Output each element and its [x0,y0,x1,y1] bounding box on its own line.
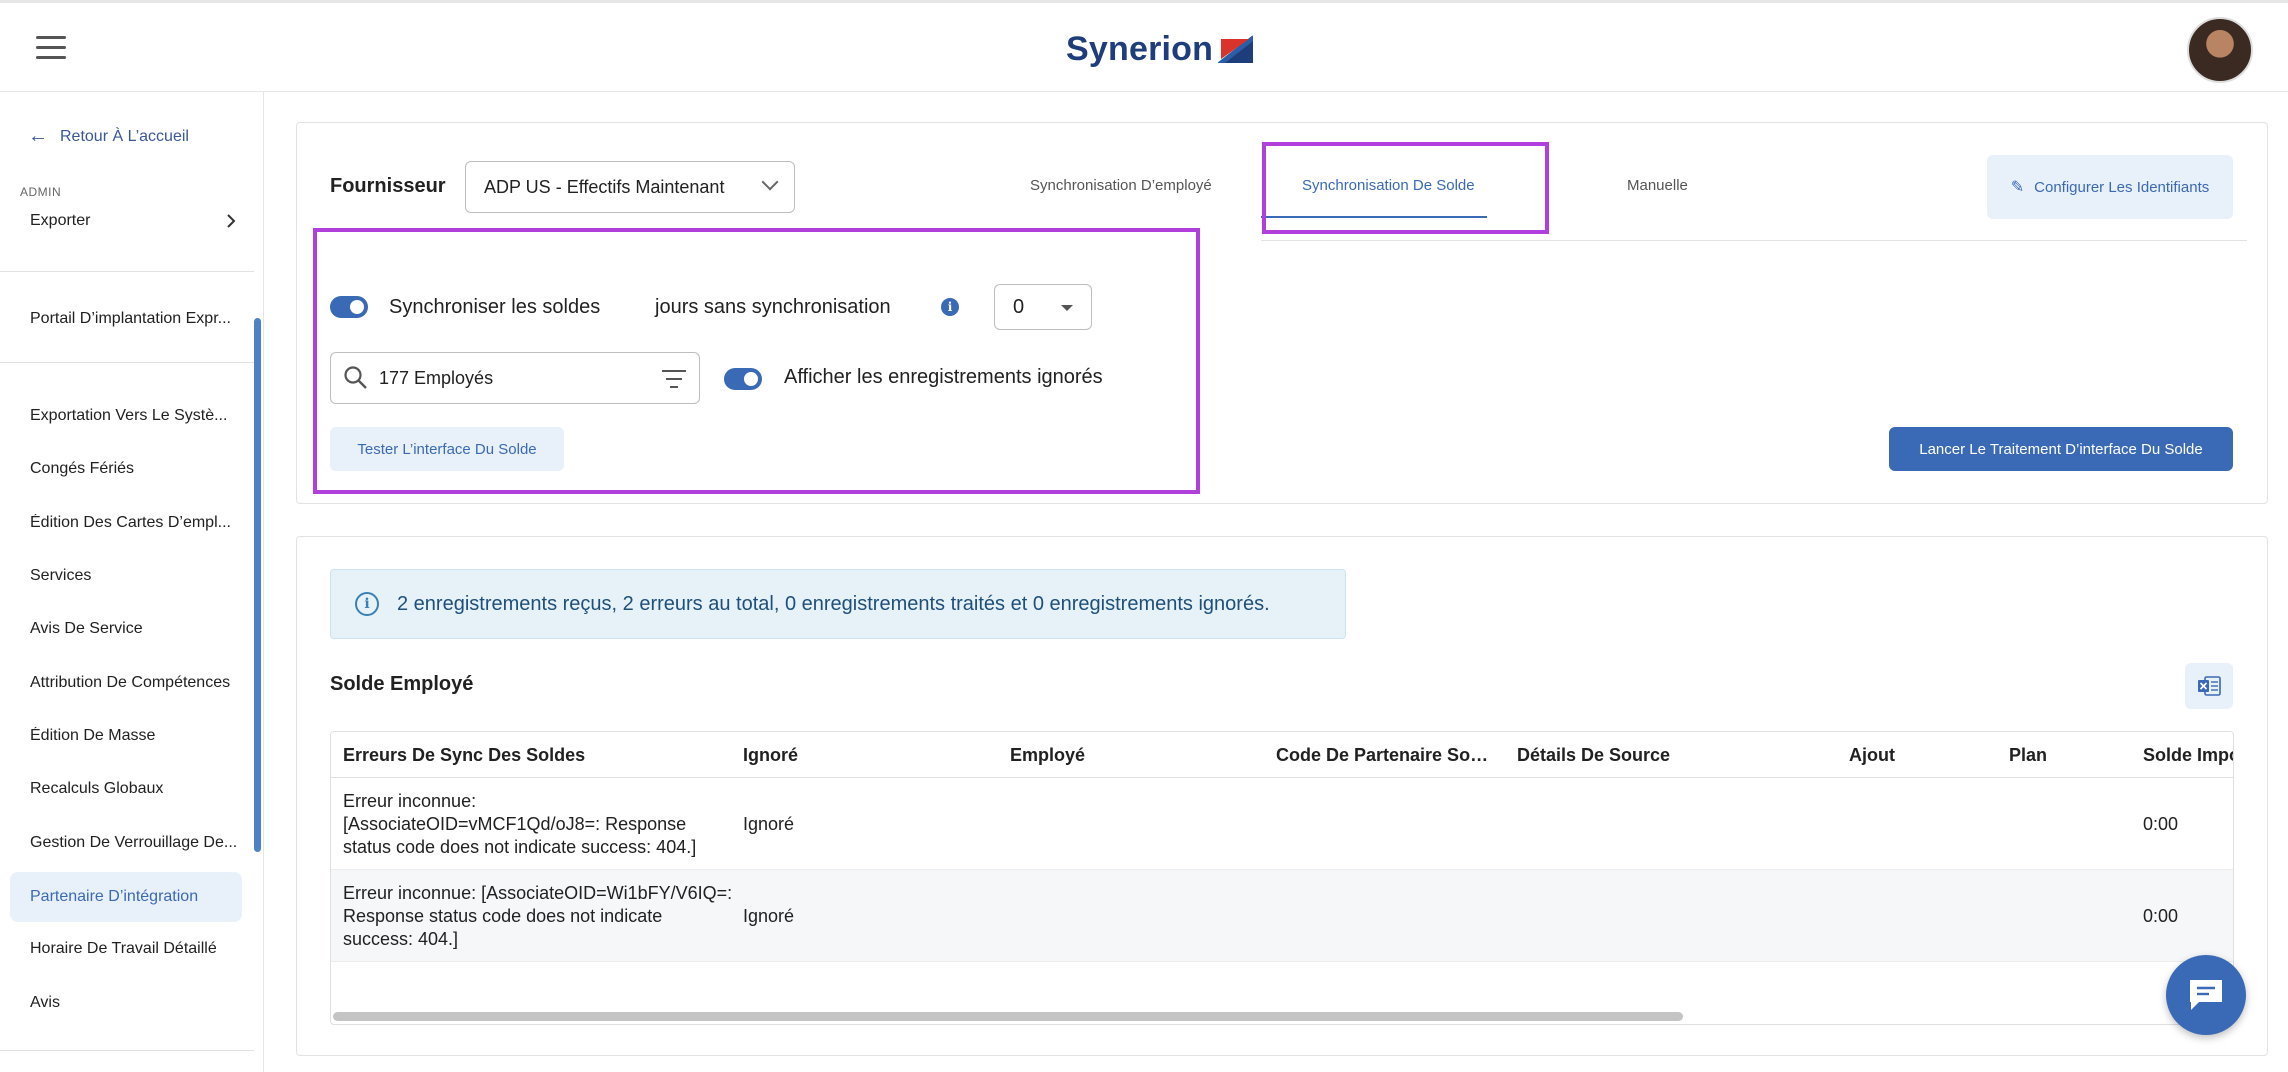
sidebar-item-portal[interactable]: Portail D’implantation Expr... [30,310,240,328]
sidebar-item-service-notice[interactable]: Avis De Service [30,620,240,638]
excel-icon [2198,676,2221,696]
logo-text: Synerion [1066,29,1214,68]
chat-icon [2190,980,2222,1010]
column-header-plan[interactable]: Plan [2009,745,2109,766]
table-title: Solde Employé [330,673,474,695]
provider-label: Fournisseur [330,175,446,197]
app-header: Synerion [0,0,2288,92]
sidebar-item-holidays[interactable]: Congés Fériés [30,460,240,478]
summary-alert-text: 2 enregistrements reçus, 2 erreurs au to… [397,592,1270,615]
sidebar-divider [0,1050,254,1051]
chevron-down-icon [761,173,779,191]
configure-credentials-button[interactable]: ✎ Configurer Les Identifiants [1987,155,2233,219]
sidebar-item-integration-partner[interactable]: Partenaire D’intégration [10,872,242,922]
column-header-partner-code[interactable]: Code De Partenaire Sou... [1276,745,1491,766]
column-header-added[interactable]: Ajout [1849,745,1949,766]
sidebar-item-locking[interactable]: Gestion De Verrouillage De... [30,834,240,852]
admin-section-label: ADMIN [20,185,62,199]
tab-manual[interactable]: Manuelle [1627,177,1688,194]
highlight-settings-box [313,228,1200,494]
column-header-employee[interactable]: Employé [1010,745,1170,766]
synerion-logo: Synerion [1066,27,1255,71]
column-header-source-details[interactable]: Détails De Source [1517,745,1737,766]
sidebar-scrollbar[interactable] [254,318,261,852]
table-row[interactable]: Erreur inconnue: [AssociateOID=Wi1bFY/V6… [331,870,2233,962]
logo-flag-icon [1217,35,1254,63]
column-header-ignored[interactable]: Ignoré [743,745,903,766]
balance-table: Erreurs De Sync Des Soldes Ignoré Employ… [330,731,2234,1025]
user-avatar[interactable] [2187,17,2253,83]
cell-balance: 0:00 [2143,814,2179,834]
column-header-sync-errors[interactable]: Erreurs De Sync Des Soldes [343,745,728,766]
table-horizontal-scrollbar[interactable] [333,1012,1683,1021]
back-label: Retour À L’accueil [60,127,189,145]
sidebar-item-recalc[interactable]: Recalculs Globaux [30,780,240,798]
sidebar-item-services[interactable]: Services [30,567,240,585]
cell-ignored: Ignoré [743,814,795,834]
table-row[interactable]: Erreur inconnue: [AssociateOID=vMCF1Qd/o… [331,778,2233,870]
sidebar-item-skills[interactable]: Attribution De Compétences [30,674,240,692]
sidebar-item-export[interactable]: Exporter [30,212,236,230]
chevron-right-icon [227,214,236,228]
info-circle-icon: i [355,592,379,616]
export-label: Exporter [30,212,91,229]
cell-error: Erreur inconnue: [AssociateOID=vMCF1Qd/o… [343,791,697,857]
tab-employee-sync[interactable]: Synchronisation D’employé [1030,177,1212,194]
sidebar-divider [0,271,254,272]
sidebar-item-work-schedule[interactable]: Horaire De Travail Détaillé [30,940,240,958]
cell-balance: 0:00 [2143,906,2179,926]
highlight-tab-box [1262,142,1549,234]
back-to-home-link[interactable]: ← Retour À L’accueil [28,125,189,148]
provider-value: ADP US - Effectifs Maintenant [484,177,725,197]
cell-ignored: Ignoré [743,906,795,926]
cell-error: Erreur inconnue: [AssociateOID=Wi1bFY/V6… [343,883,733,949]
configure-credentials-label: Configurer Les Identifiants [2034,178,2210,196]
tabs-divider [1261,240,2247,241]
chat-button[interactable] [2166,955,2246,1035]
launch-balance-processing-button[interactable]: Lancer Le Traitement D’interface Du Sold… [1889,427,2233,471]
summary-alert: i 2 enregistrements reçus, 2 erreurs au … [330,569,1346,639]
excel-export-button[interactable] [2185,663,2233,709]
sidebar-item-notices[interactable]: Avis [30,994,240,1012]
column-header-balance[interactable]: Solde Impo [2143,745,2233,766]
sidebar-item-cards[interactable]: Édition Des Cartes D’empl... [30,514,240,532]
table-header: Erreurs De Sync Des Soldes Ignoré Employ… [331,732,2233,778]
provider-select[interactable]: ADP US - Effectifs Maintenant [465,161,795,213]
balance-results-card: i 2 enregistrements reçus, 2 erreurs au … [296,536,2268,1056]
sidebar-item-export-system[interactable]: Exportation Vers Le Systè... [30,407,240,425]
sidebar-item-mass-edit[interactable]: Édition De Masse [30,727,240,745]
arrow-left-icon: ← [28,125,48,147]
menu-icon[interactable] [34,36,68,62]
pencil-icon: ✎ [2010,179,2025,196]
sidebar: ← Retour À L’accueil ADMIN Exporter Port… [0,92,264,1072]
sidebar-divider [0,362,254,363]
